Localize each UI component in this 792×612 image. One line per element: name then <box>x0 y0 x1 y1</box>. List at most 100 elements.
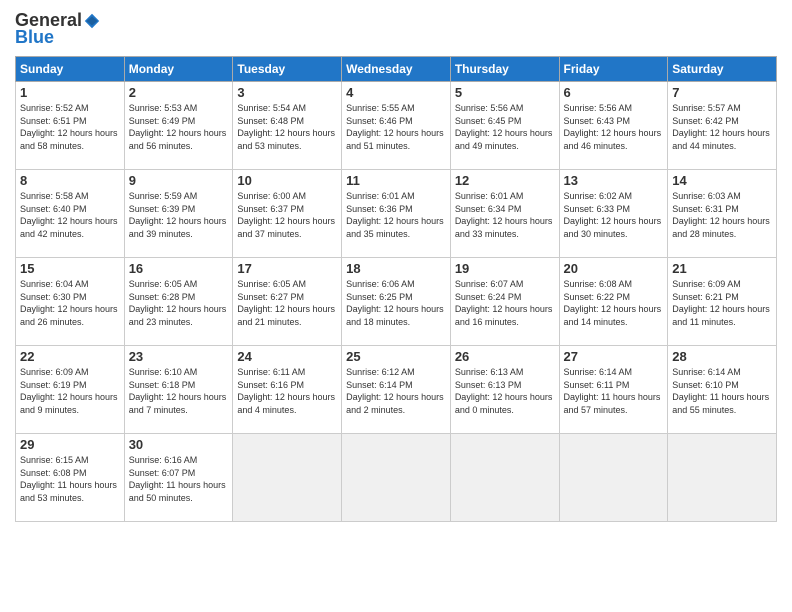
calendar-week-5: 29 Sunrise: 6:15 AMSunset: 6:08 PMDayligh… <box>16 434 777 522</box>
calendar-cell: 6 Sunrise: 5:56 AMSunset: 6:43 PMDaylight… <box>559 82 668 170</box>
day-number: 17 <box>237 261 337 276</box>
calendar-table: SundayMondayTuesdayWednesdayThursdayFrid… <box>15 56 777 522</box>
calendar-header-row: SundayMondayTuesdayWednesdayThursdayFrid… <box>16 57 777 82</box>
calendar-cell <box>559 434 668 522</box>
day-info: Sunrise: 5:52 AMSunset: 6:51 PMDaylight:… <box>20 102 120 152</box>
day-info: Sunrise: 6:11 AMSunset: 6:16 PMDaylight:… <box>237 366 337 416</box>
day-number: 10 <box>237 173 337 188</box>
calendar-cell <box>233 434 342 522</box>
calendar-cell: 15Sunrise: 6:04 AMSunset: 6:30 PMDayligh… <box>16 258 125 346</box>
day-info: Sunrise: 6:02 AMSunset: 6:33 PMDaylight:… <box>564 190 664 240</box>
calendar-cell: 25 Sunrise: 6:12 AMSunset: 6:14 PMDayligh… <box>342 346 451 434</box>
calendar-cell: 17Sunrise: 6:05 AMSunset: 6:27 PMDayligh… <box>233 258 342 346</box>
calendar-weekday-wednesday: Wednesday <box>342 57 451 82</box>
day-number: 6 <box>564 85 664 100</box>
logo-blue: Blue <box>15 27 54 48</box>
day-number: 28 <box>672 349 772 364</box>
day-info: Sunrise: 5:54 AMSunset: 6:48 PMDaylight:… <box>237 102 337 152</box>
calendar-cell: 7 Sunrise: 5:57 AMSunset: 6:42 PMDaylight… <box>668 82 777 170</box>
calendar-weekday-sunday: Sunday <box>16 57 125 82</box>
day-number: 1 <box>20 85 120 100</box>
day-info: Sunrise: 6:12 AMSunset: 6:14 PMDaylight:… <box>346 366 446 416</box>
day-number: 11 <box>346 173 446 188</box>
calendar-cell: 12Sunrise: 6:01 AMSunset: 6:34 PMDayligh… <box>450 170 559 258</box>
calendar-cell: 28 Sunrise: 6:14 AMSunset: 6:10 PMDayligh… <box>668 346 777 434</box>
day-info: Sunrise: 6:08 AMSunset: 6:22 PMDaylight:… <box>564 278 664 328</box>
logo: General Blue <box>15 10 101 48</box>
calendar-cell: 16 Sunrise: 6:05 AMSunset: 6:28 PMDayligh… <box>124 258 233 346</box>
day-info: Sunrise: 6:16 AMSunset: 6:07 PMDaylight:… <box>129 454 229 504</box>
day-number: 18 <box>346 261 446 276</box>
day-info: Sunrise: 6:14 AMSunset: 6:10 PMDaylight:… <box>672 366 772 416</box>
calendar-weekday-monday: Monday <box>124 57 233 82</box>
calendar-cell: 23 Sunrise: 6:10 AMSunset: 6:18 PMDayligh… <box>124 346 233 434</box>
day-number: 30 <box>129 437 229 452</box>
day-number: 23 <box>129 349 229 364</box>
day-info: Sunrise: 6:13 AMSunset: 6:13 PMDaylight:… <box>455 366 555 416</box>
calendar-cell: 29 Sunrise: 6:15 AMSunset: 6:08 PMDayligh… <box>16 434 125 522</box>
day-info: Sunrise: 6:14 AMSunset: 6:11 PMDaylight:… <box>564 366 664 416</box>
day-info: Sunrise: 5:56 AMSunset: 6:43 PMDaylight:… <box>564 102 664 152</box>
calendar-weekday-thursday: Thursday <box>450 57 559 82</box>
calendar-cell: 19 Sunrise: 6:07 AMSunset: 6:24 PMDayligh… <box>450 258 559 346</box>
calendar-cell: 22Sunrise: 6:09 AMSunset: 6:19 PMDayligh… <box>16 346 125 434</box>
day-info: Sunrise: 6:05 AMSunset: 6:28 PMDaylight:… <box>129 278 229 328</box>
calendar-container: General Blue SundayMondayTuesdayWednesda… <box>0 0 792 612</box>
calendar-week-4: 22Sunrise: 6:09 AMSunset: 6:19 PMDayligh… <box>16 346 777 434</box>
day-number: 29 <box>20 437 120 452</box>
day-info: Sunrise: 5:57 AMSunset: 6:42 PMDaylight:… <box>672 102 772 152</box>
calendar-cell: 3 Sunrise: 5:54 AMSunset: 6:48 PMDaylight… <box>233 82 342 170</box>
calendar-cell: 30 Sunrise: 6:16 AMSunset: 6:07 PMDayligh… <box>124 434 233 522</box>
day-number: 19 <box>455 261 555 276</box>
day-number: 20 <box>564 261 664 276</box>
day-number: 26 <box>455 349 555 364</box>
day-info: Sunrise: 6:09 AMSunset: 6:19 PMDaylight:… <box>20 366 120 416</box>
calendar-week-2: 8 Sunrise: 5:58 AMSunset: 6:40 PMDaylight… <box>16 170 777 258</box>
day-number: 3 <box>237 85 337 100</box>
day-number: 7 <box>672 85 772 100</box>
calendar-cell: 13Sunrise: 6:02 AMSunset: 6:33 PMDayligh… <box>559 170 668 258</box>
calendar-weekday-friday: Friday <box>559 57 668 82</box>
calendar-week-3: 15Sunrise: 6:04 AMSunset: 6:30 PMDayligh… <box>16 258 777 346</box>
logo-icon <box>83 12 101 30</box>
day-info: Sunrise: 5:58 AMSunset: 6:40 PMDaylight:… <box>20 190 120 240</box>
calendar-weekday-tuesday: Tuesday <box>233 57 342 82</box>
day-info: Sunrise: 6:09 AMSunset: 6:21 PMDaylight:… <box>672 278 772 328</box>
calendar-cell: 8 Sunrise: 5:58 AMSunset: 6:40 PMDaylight… <box>16 170 125 258</box>
day-info: Sunrise: 6:10 AMSunset: 6:18 PMDaylight:… <box>129 366 229 416</box>
day-info: Sunrise: 5:53 AMSunset: 6:49 PMDaylight:… <box>129 102 229 152</box>
day-info: Sunrise: 6:00 AMSunset: 6:37 PMDaylight:… <box>237 190 337 240</box>
calendar-cell: 9 Sunrise: 5:59 AMSunset: 6:39 PMDaylight… <box>124 170 233 258</box>
calendar-cell: 27 Sunrise: 6:14 AMSunset: 6:11 PMDayligh… <box>559 346 668 434</box>
calendar-cell <box>668 434 777 522</box>
day-info: Sunrise: 6:04 AMSunset: 6:30 PMDaylight:… <box>20 278 120 328</box>
day-number: 12 <box>455 173 555 188</box>
day-info: Sunrise: 6:03 AMSunset: 6:31 PMDaylight:… <box>672 190 772 240</box>
calendar-week-1: 1 Sunrise: 5:52 AMSunset: 6:51 PMDaylight… <box>16 82 777 170</box>
day-info: Sunrise: 6:15 AMSunset: 6:08 PMDaylight:… <box>20 454 120 504</box>
day-info: Sunrise: 5:56 AMSunset: 6:45 PMDaylight:… <box>455 102 555 152</box>
day-number: 16 <box>129 261 229 276</box>
day-number: 24 <box>237 349 337 364</box>
day-number: 9 <box>129 173 229 188</box>
calendar-cell: 10 Sunrise: 6:00 AMSunset: 6:37 PMDayligh… <box>233 170 342 258</box>
calendar-weekday-saturday: Saturday <box>668 57 777 82</box>
calendar-cell: 18Sunrise: 6:06 AMSunset: 6:25 PMDayligh… <box>342 258 451 346</box>
day-info: Sunrise: 5:59 AMSunset: 6:39 PMDaylight:… <box>129 190 229 240</box>
calendar-cell: 26 Sunrise: 6:13 AMSunset: 6:13 PMDayligh… <box>450 346 559 434</box>
day-number: 2 <box>129 85 229 100</box>
calendar-cell: 21Sunrise: 6:09 AMSunset: 6:21 PMDayligh… <box>668 258 777 346</box>
header: General Blue <box>15 10 777 48</box>
calendar-cell <box>342 434 451 522</box>
calendar-cell: 4Sunrise: 5:55 AMSunset: 6:46 PMDaylight… <box>342 82 451 170</box>
calendar-cell: 1 Sunrise: 5:52 AMSunset: 6:51 PMDaylight… <box>16 82 125 170</box>
day-number: 27 <box>564 349 664 364</box>
calendar-cell <box>450 434 559 522</box>
day-number: 25 <box>346 349 446 364</box>
day-info: Sunrise: 6:07 AMSunset: 6:24 PMDaylight:… <box>455 278 555 328</box>
day-number: 5 <box>455 85 555 100</box>
calendar-cell: 5 Sunrise: 5:56 AMSunset: 6:45 PMDaylight… <box>450 82 559 170</box>
calendar-cell: 11Sunrise: 6:01 AMSunset: 6:36 PMDayligh… <box>342 170 451 258</box>
day-number: 8 <box>20 173 120 188</box>
day-info: Sunrise: 5:55 AMSunset: 6:46 PMDaylight:… <box>346 102 446 152</box>
